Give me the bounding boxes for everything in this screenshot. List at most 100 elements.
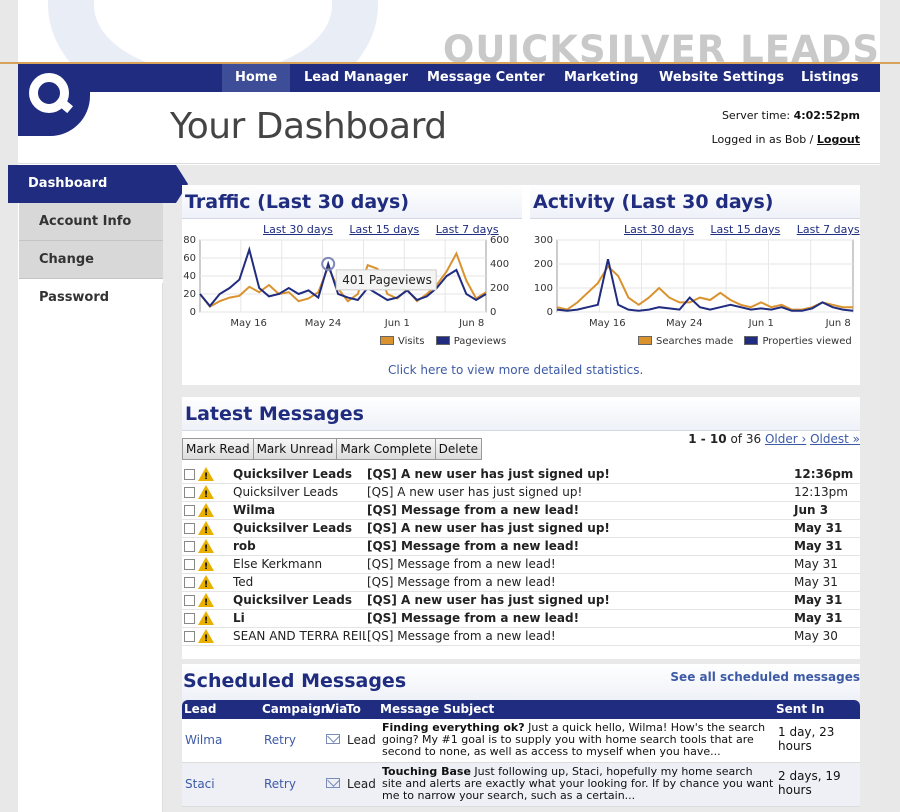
message-from[interactable]: rob xyxy=(233,538,366,555)
message-from[interactable]: Quicksilver Leads xyxy=(233,592,366,609)
warning-icon xyxy=(198,593,214,612)
legend-visits: Visits xyxy=(398,336,425,347)
x-tick-label: Jun 1 xyxy=(748,318,774,329)
message-from[interactable]: Quicksilver Leads xyxy=(233,520,366,537)
mark-read-button[interactable]: Mark Read xyxy=(182,438,254,460)
messages-title: Latest Messages xyxy=(182,397,860,431)
message-checkbox[interactable] xyxy=(184,469,195,480)
scheduled-campaign[interactable]: Retry xyxy=(264,733,296,747)
messages-pager: 1 - 10 of 36 Older › Oldest » xyxy=(688,432,860,446)
message-row[interactable]: Quicksilver Leads[QS] A new user has jus… xyxy=(182,592,860,612)
nav-lead-manager[interactable]: Lead Manager xyxy=(291,64,421,92)
message-checkbox[interactable] xyxy=(184,487,195,498)
col-to[interactable]: To xyxy=(346,702,361,716)
message-row[interactable]: Ted[QS] Message from a new lead! May 31 xyxy=(182,574,860,594)
message-row[interactable]: rob[QS] Message from a new lead! May 31 xyxy=(182,538,860,558)
message-row[interactable]: Else Kerkmann[QS] Message from a new lea… xyxy=(182,556,860,576)
message-row[interactable]: Wilma[QS] Message from a new lead! Jun 3 xyxy=(182,502,860,522)
message-subject[interactable]: [QS] A new user has just signed up! xyxy=(367,466,787,483)
see-all-scheduled-link[interactable]: See all scheduled messages xyxy=(670,670,860,684)
logout-link[interactable]: Logout xyxy=(817,133,860,146)
activity-range-7[interactable]: Last 7 days xyxy=(797,223,860,236)
col-via[interactable]: Via xyxy=(326,702,347,716)
message-from[interactable]: Else Kerkmann xyxy=(233,556,366,573)
nav-home[interactable]: Home xyxy=(222,64,291,92)
col-campaign[interactable]: Campaign xyxy=(262,702,329,716)
message-from[interactable]: Quicksilver Leads xyxy=(233,484,366,501)
message-subject[interactable]: [QS] Message from a new lead! xyxy=(367,610,787,627)
sidebar-item-dashboard[interactable]: Dashboard xyxy=(8,165,188,203)
nav-website-settings[interactable]: Website Settings xyxy=(646,64,797,92)
message-subject[interactable]: [QS] Message from a new lead! xyxy=(367,628,787,645)
pager-older-link[interactable]: Older › xyxy=(765,432,806,446)
message-row[interactable]: Quicksilver Leads[QS] A new user has jus… xyxy=(182,466,860,486)
message-checkbox[interactable] xyxy=(184,523,195,534)
message-from[interactable]: Li xyxy=(233,610,366,627)
message-subject[interactable]: [QS] Message from a new lead! xyxy=(367,502,787,519)
message-checkbox[interactable] xyxy=(184,613,195,624)
scheduled-subject[interactable]: Touching Base Just following up, Staci, … xyxy=(382,766,774,802)
y-tick-label: 200 xyxy=(534,259,553,270)
traffic-range-7[interactable]: Last 7 days xyxy=(436,223,499,236)
message-from[interactable]: Wilma xyxy=(233,502,366,519)
message-subject[interactable]: [QS] A new user has just signed up! xyxy=(367,484,787,501)
delete-button[interactable]: Delete xyxy=(434,438,483,460)
sidebar: Dashboard Account Info Change Password xyxy=(8,165,188,305)
activity-range-15[interactable]: Last 15 days xyxy=(710,223,780,236)
scheduled-lead[interactable]: Wilma xyxy=(185,733,222,747)
mark-complete-button[interactable]: Mark Complete xyxy=(336,438,436,460)
col-subject[interactable]: Message Subject xyxy=(380,702,494,716)
message-from[interactable]: SEAN AND TERRA REILLY xyxy=(233,628,366,645)
message-row[interactable]: Li[QS] Message from a new lead! May 31 xyxy=(182,610,860,630)
x-tick-label: May 24 xyxy=(305,318,342,329)
scheduled-campaign[interactable]: Retry xyxy=(264,777,296,791)
detailed-stats-link[interactable]: Click here to view more detailed statist… xyxy=(388,363,643,377)
nav-message-center[interactable]: Message Center xyxy=(414,64,558,92)
message-from[interactable]: Quicksilver Leads xyxy=(233,466,366,483)
message-time: May 31 xyxy=(794,521,843,535)
x-tick-label: May 24 xyxy=(666,318,703,329)
col-sent-in[interactable]: Sent In xyxy=(776,702,824,716)
message-subject[interactable]: [QS] A new user has just signed up! xyxy=(367,520,787,537)
message-row[interactable]: Quicksilver Leads[QS] A new user has jus… xyxy=(182,484,860,504)
sidebar-item-account-info[interactable]: Account Info xyxy=(19,203,163,241)
warning-icon xyxy=(198,539,214,558)
activity-chart[interactable]: 0 100 200 300 May 16 May 24 Jun 1 Jun 8 xyxy=(525,236,865,336)
traffic-range-30[interactable]: Last 30 days xyxy=(263,223,333,236)
message-row[interactable]: SEAN AND TERRA REILLY[QS] Message from a… xyxy=(182,628,860,648)
message-checkbox[interactable] xyxy=(184,595,195,606)
scheduled-row[interactable]: Wilma Retry Lead Finding everything ok? Jus… xyxy=(182,719,860,763)
y2-tick-label: 0 xyxy=(490,307,496,318)
message-time: May 31 xyxy=(794,539,843,553)
message-subject[interactable]: [QS] Message from a new lead! xyxy=(367,538,787,555)
scheduled-row[interactable]: Staci Retry Lead Touching Base Just followi… xyxy=(182,763,860,807)
traffic-range-15[interactable]: Last 15 days xyxy=(349,223,419,236)
y-tick-label: 80 xyxy=(183,236,196,246)
message-time: 12:36pm xyxy=(794,467,854,481)
col-lead[interactable]: Lead xyxy=(184,702,216,716)
traffic-chart[interactable]: 0 20 40 60 80 0 200 400 600 May 16 May 24 Jun 1 Jun … xyxy=(178,236,518,336)
message-checkbox[interactable] xyxy=(184,577,195,588)
message-subject[interactable]: [QS] Message from a new lead! xyxy=(367,574,787,591)
message-time: Jun 3 xyxy=(794,503,829,517)
message-checkbox[interactable] xyxy=(184,541,195,552)
nav-marketing[interactable]: Marketing xyxy=(551,64,651,92)
message-checkbox[interactable] xyxy=(184,631,195,642)
message-subject[interactable]: [QS] Message from a new lead! xyxy=(367,556,787,573)
message-from[interactable]: Ted xyxy=(233,574,366,591)
message-checkbox[interactable] xyxy=(184,559,195,570)
mark-unread-button[interactable]: Mark Unread xyxy=(252,438,338,460)
y-tick-label: 300 xyxy=(534,236,553,246)
sidebar-item-change-password[interactable]: Change Password xyxy=(19,241,163,305)
pager-oldest-link[interactable]: Oldest » xyxy=(810,432,860,446)
message-subject[interactable]: [QS] A new user has just signed up! xyxy=(367,592,787,609)
message-actions: Mark Read Mark Unread Mark Complete Dele… xyxy=(182,438,483,460)
message-row[interactable]: Quicksilver Leads[QS] A new user has jus… xyxy=(182,520,860,540)
message-checkbox[interactable] xyxy=(184,505,195,516)
scheduled-lead[interactable]: Staci xyxy=(185,777,215,791)
nav-listings[interactable]: Listings xyxy=(788,64,871,92)
message-time: May 31 xyxy=(794,557,838,571)
scheduled-subject[interactable]: Finding everything ok? Just a quick hell… xyxy=(382,722,774,758)
brand-watermark-logo xyxy=(48,0,378,64)
activity-range-30[interactable]: Last 30 days xyxy=(624,223,694,236)
